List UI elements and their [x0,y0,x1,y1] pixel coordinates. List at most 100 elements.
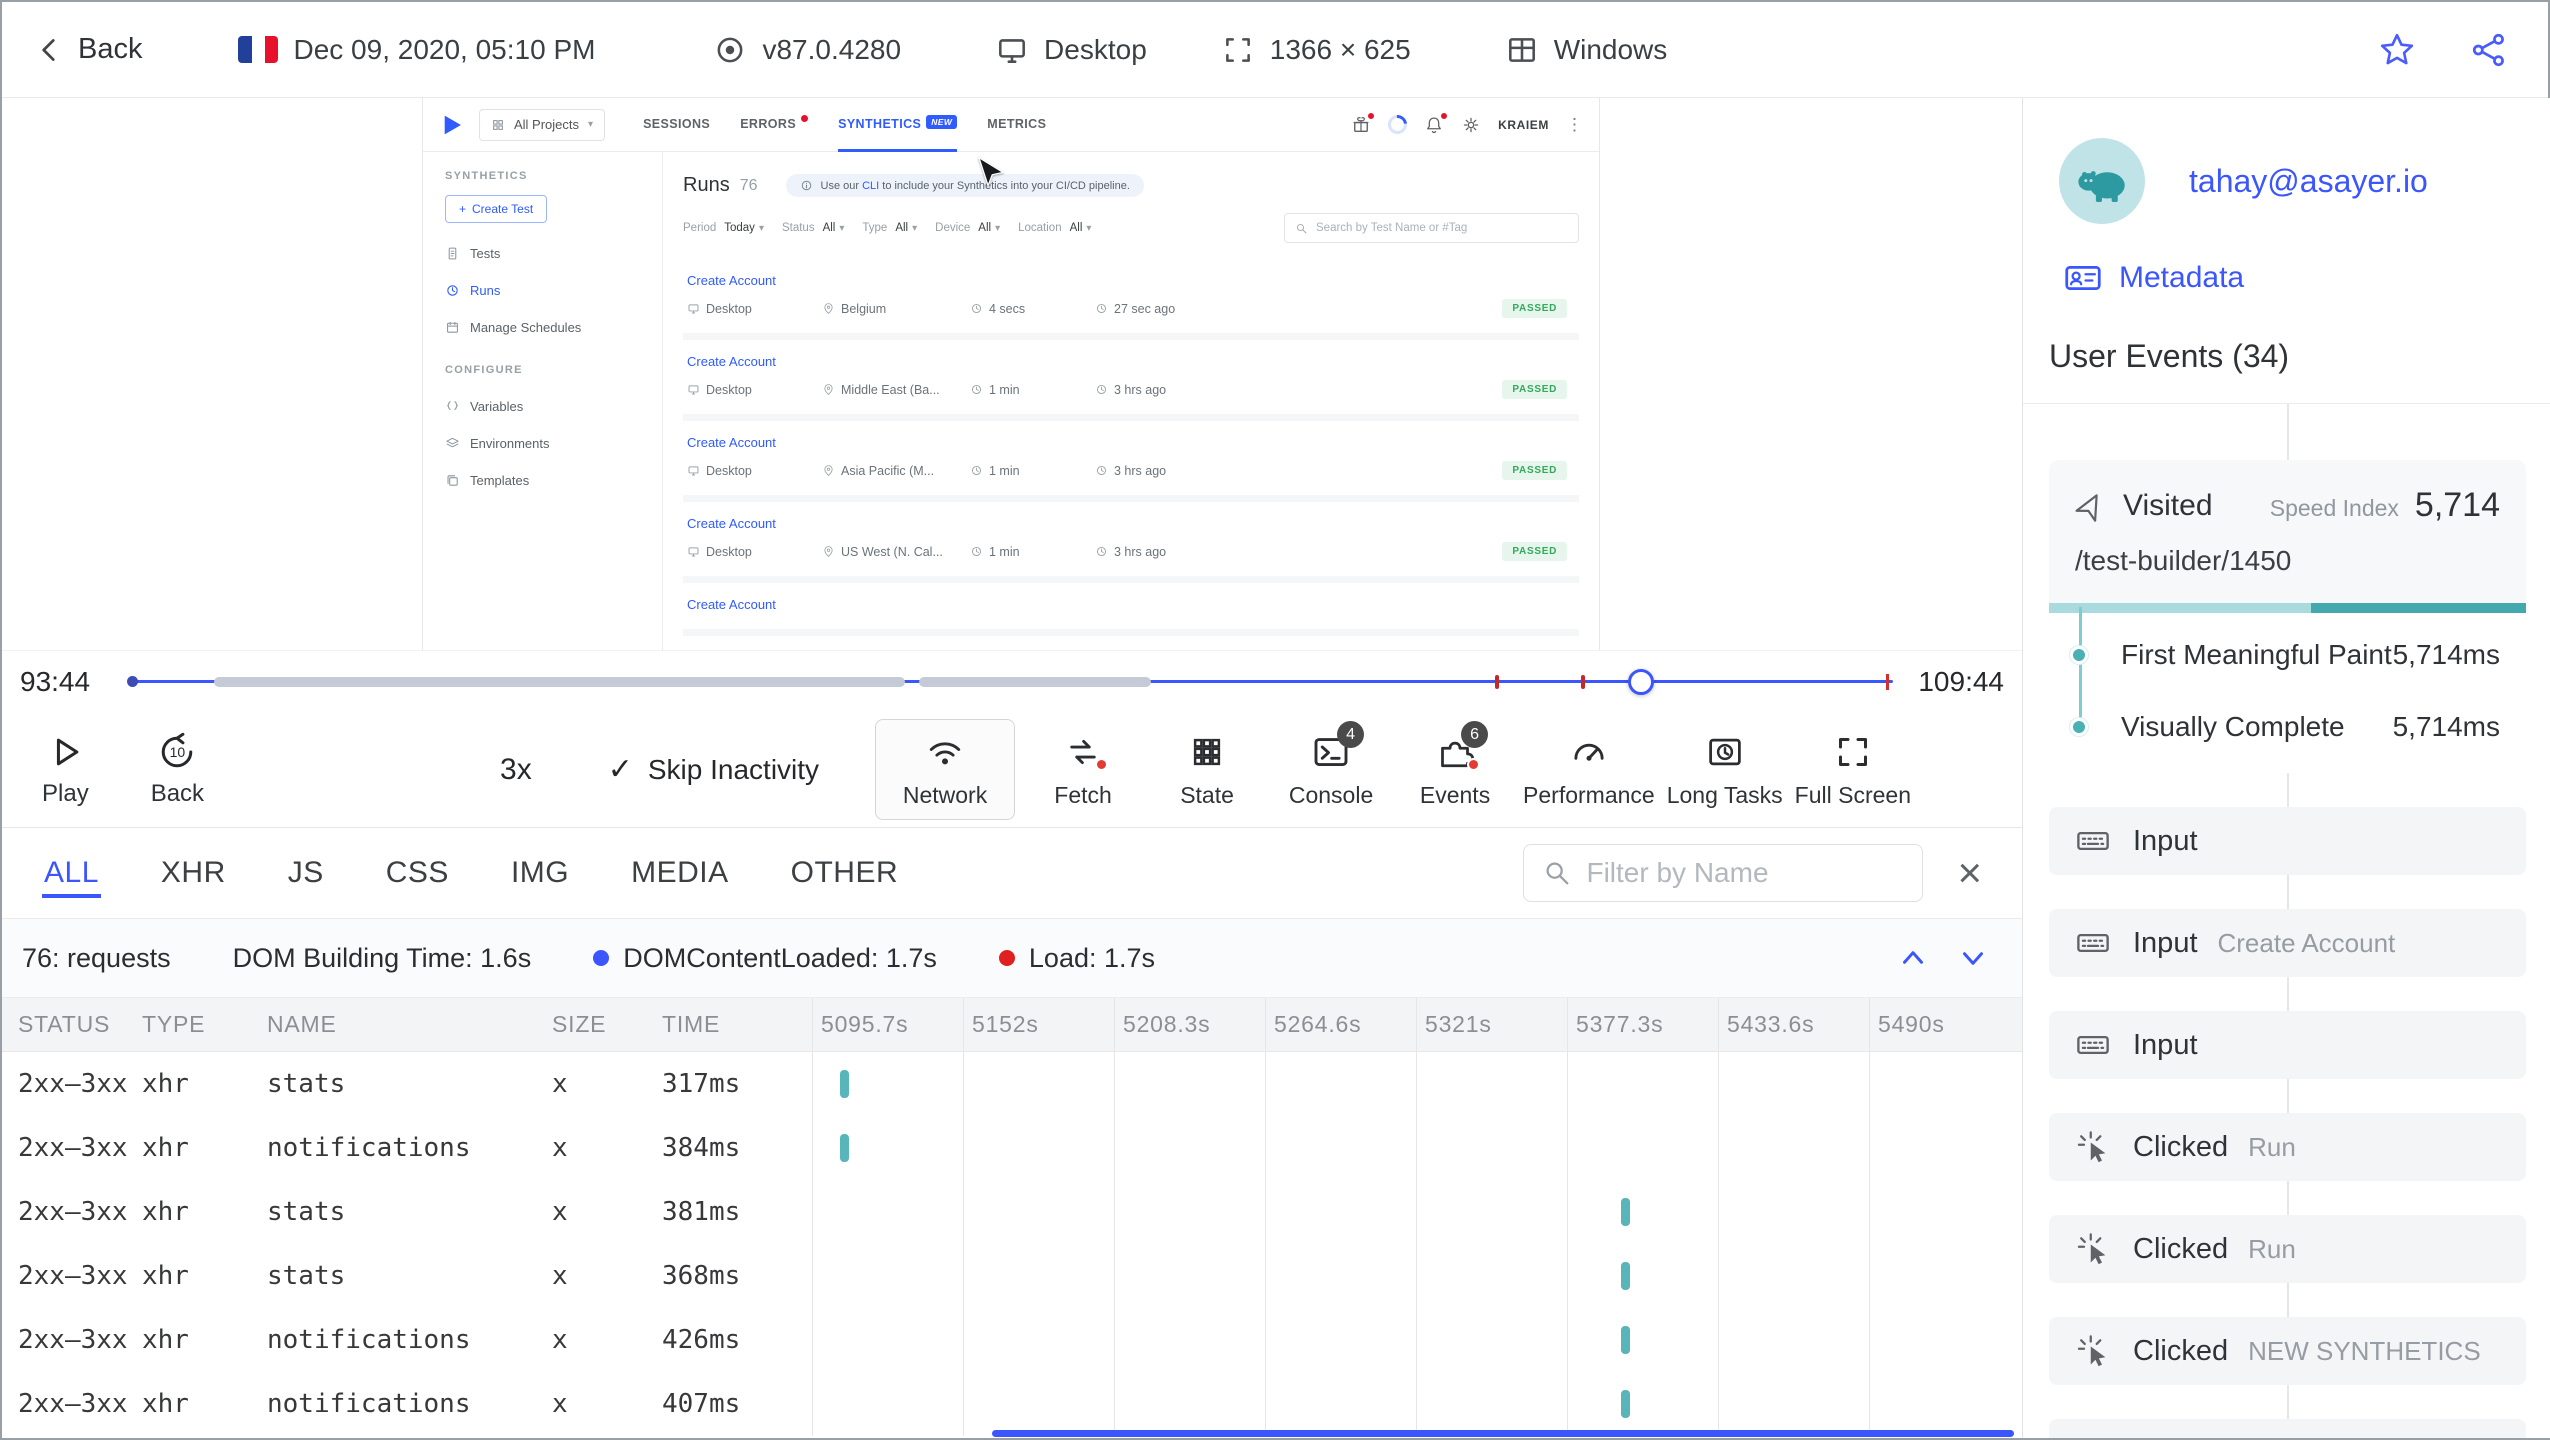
clicked-event-card[interactable]: Clicked Run [2049,1215,2526,1283]
request-timing-bar [1621,1198,1631,1226]
request-timing-bar [1621,1326,1631,1354]
run-item[interactable]: Create Account [683,583,1579,636]
network-request-row[interactable]: 2xx–3xx xhr stats x 381ms [2,1180,2022,1244]
long-tasks-icon [1705,732,1745,772]
sidebar-item-templates[interactable]: Templates [445,462,662,499]
run-name-link[interactable]: Create Account [687,435,776,450]
issue-marker[interactable] [1494,674,1499,689]
caret-down-icon: ▾ [1086,222,1092,234]
issue-marker[interactable] [1581,674,1586,689]
location-pin-icon [822,383,835,396]
sidebar-item-environments[interactable]: Environments [445,425,662,462]
sidebar-item-runs[interactable]: Runs [445,272,662,309]
tab-metrics[interactable]: METRICS [987,98,1046,152]
play-button[interactable]: Play [42,731,89,808]
network-request-row[interactable]: 2xx–3xx xhr stats x 317ms [2,1052,2022,1116]
close-panel-button[interactable]: × [1957,852,1982,894]
share-button[interactable] [2470,31,2508,69]
layers-icon [445,436,460,451]
jump-previous-button[interactable] [1896,941,1930,975]
back-button[interactable]: Back [32,33,142,67]
run-name-link[interactable]: Create Account [687,597,776,612]
state-grid-icon [1187,732,1227,772]
settings-button[interactable] [1461,115,1481,135]
duration-icon [970,383,983,396]
console-panel-button[interactable]: 4 Console [1269,720,1393,819]
visited-event-card[interactable]: Visited Speed Index 5,714 /test-builder/1… [2049,460,2526,773]
favorite-button[interactable] [2378,31,2416,69]
input-event-card[interactable]: Input Create Account [2049,909,2526,977]
run-item[interactable]: Create Account Desktop Belgium 4 secs 27… [683,259,1579,340]
create-test-button[interactable]: + Create Test [445,195,548,223]
cli-link[interactable]: CLI [862,180,879,192]
filter-status[interactable]: Status All ▾ [782,222,844,234]
user-email[interactable]: tahay@asayer.io [2189,163,2428,200]
long-tasks-panel-button[interactable]: Long Tasks [1661,720,1789,819]
tab-other[interactable]: OTHER [789,848,901,898]
metric-dot-icon [2070,646,2088,664]
metadata-button[interactable]: Metadata [2063,258,2244,298]
current-time: 93:44 [20,665,91,697]
timeline-track[interactable] [127,651,1893,712]
event-card-partial[interactable] [2049,1419,2526,1438]
sidebar-item-tests[interactable]: Tests [445,235,662,272]
location-pin-icon [822,302,835,315]
network-panel-button[interactable]: Network [875,719,1016,820]
horizontal-scrollbar[interactable] [992,1430,2014,1437]
speed-index-label: Speed Index [2269,495,2399,521]
filter-field[interactable] [1523,844,1948,902]
run-name-link[interactable]: Create Account [687,273,776,288]
filter-type[interactable]: Type All ▾ [862,222,917,234]
filter-location[interactable]: Location All ▾ [1018,222,1091,234]
project-selector[interactable]: All Projects ▾ [479,108,606,141]
tab-media[interactable]: MEDIA [629,848,731,898]
network-request-row[interactable]: 2xx–3xx xhr stats x 368ms [2,1244,2022,1308]
speed-toggle[interactable]: 3x [500,753,532,787]
kebab-menu[interactable]: ⋮ [1566,115,1583,135]
filter-period[interactable]: Period Today ▾ [683,222,764,234]
star-icon [2378,31,2416,69]
test-search-input[interactable] [1316,222,1568,234]
col-status: STATUS [18,1011,111,1037]
tab-css[interactable]: CSS [384,848,451,898]
whats-new-button[interactable] [1351,111,1376,135]
scrubber-handle[interactable] [1628,668,1655,695]
sidebar-item-manage-schedules[interactable]: Manage Schedules [445,309,662,346]
tab-js[interactable]: JS [286,848,326,898]
filter-input[interactable] [1586,857,1948,889]
account-menu[interactable]: KRAIEM [1498,118,1549,132]
full-screen-button[interactable]: Full Screen [1789,720,1917,819]
notifications-button[interactable] [1424,111,1449,135]
fetch-panel-button[interactable]: Fetch [1021,720,1145,819]
sidebar-item-variables[interactable]: Variables [445,388,662,425]
clicked-event-card[interactable]: Clicked NEW SYNTHETICS [2049,1317,2526,1385]
performance-panel-button[interactable]: Performance [1517,720,1661,819]
input-event-card[interactable]: Input [2049,807,2526,875]
jump-next-button[interactable] [1956,941,1990,975]
page-load-bar [2049,603,2526,613]
network-request-row[interactable]: 2xx–3xx xhr notifications x 407ms [2,1372,2022,1436]
input-event-card[interactable]: Input [2049,1011,2526,1079]
tab-xhr[interactable]: XHR [159,848,228,898]
tab-errors[interactable]: ERRORS [740,98,809,152]
speed-index-value: 5,714 [2414,486,2500,524]
state-panel-button[interactable]: State [1145,720,1269,819]
run-item[interactable]: Create Account Desktop Middle East (Ba..… [683,340,1579,421]
tab-all[interactable]: ALL [42,848,101,898]
run-item[interactable]: Create Account Desktop US West (N. Cal..… [683,502,1579,583]
run-name-link[interactable]: Create Account [687,354,776,369]
clicked-event-card[interactable]: Clicked Run [2049,1113,2526,1181]
filter-device[interactable]: Device All ▾ [935,222,1000,234]
tab-img[interactable]: IMG [509,848,571,898]
tab-sessions[interactable]: SESSIONS [643,98,710,152]
network-request-row[interactable]: 2xx–3xx xhr notifications x 384ms [2,1116,2022,1180]
back-10s-button[interactable]: 10 Back [151,731,204,808]
network-request-row[interactable]: 2xx–3xx xhr notifications x 426ms [2,1308,2022,1372]
skip-inactivity-toggle[interactable]: ✓ Skip Inactivity [608,752,819,787]
tab-synthetics[interactable]: SYNTHETICS NEW [838,98,958,152]
events-panel-button[interactable]: 6 Events [1393,720,1517,819]
run-item[interactable]: Create Account Desktop Asia Pacific (M..… [683,421,1579,502]
run-name-link[interactable]: Create Account [687,516,776,531]
time-ago-icon [1095,302,1108,315]
test-search-field[interactable] [1284,213,1579,243]
